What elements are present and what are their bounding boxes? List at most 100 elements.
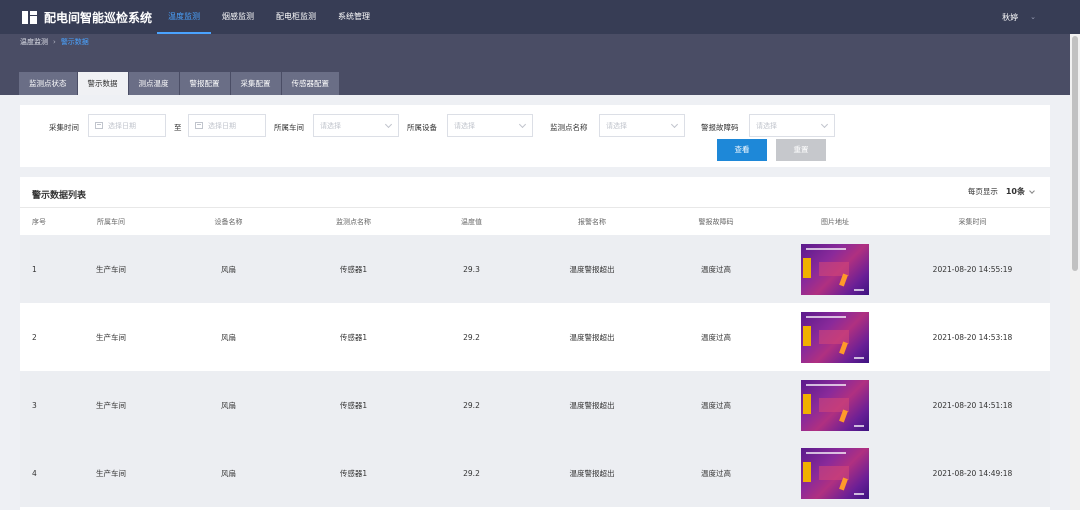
nav-smoke[interactable]: 烟感监测 bbox=[211, 0, 265, 34]
user-name: 秋婷 bbox=[1002, 12, 1019, 22]
app-logo-icon bbox=[22, 10, 37, 24]
breadcrumb-current: 警示数据 bbox=[60, 38, 89, 46]
calendar-icon bbox=[95, 122, 103, 129]
cell-point: 传感器1 bbox=[339, 264, 368, 274]
cell-time: 2021-08-20 14:51:18 bbox=[932, 400, 1013, 410]
cell-workshop: 生产车间 bbox=[96, 400, 126, 410]
end-date-input[interactable]: 选择日期 bbox=[188, 114, 266, 137]
calendar-icon bbox=[195, 122, 203, 129]
cell-device: 风扇 bbox=[221, 468, 236, 478]
page-size-label: 每页显示 bbox=[967, 187, 998, 196]
collect-time-label: 采集时间 bbox=[49, 123, 79, 132]
cell-temp: 29.2 bbox=[463, 332, 480, 342]
scrollbar-thumb[interactable] bbox=[1072, 36, 1078, 271]
col-header-code: 警报故障码 bbox=[698, 217, 734, 226]
page-size-select[interactable]: 每页显示 10条 bbox=[967, 186, 1035, 197]
tab-collect-config[interactable]: 采集配置 bbox=[230, 72, 281, 95]
chevron-down-icon bbox=[820, 120, 829, 129]
user-menu[interactable]: 秋婷 ⌄ bbox=[1002, 0, 1036, 34]
cell-device: 风扇 bbox=[221, 332, 236, 342]
table-row[interactable]: 1 生产车间 风扇 传感器1 29.3 温度警报超出 温度过高 2021-08-… bbox=[20, 235, 1050, 303]
cell-point: 传感器1 bbox=[339, 468, 368, 478]
sub-header: 温度监测 › 警示数据 监测点状态 警示数据 测点温度 警报配置 采集配置 传感… bbox=[0, 34, 1080, 95]
cell-point: 传感器1 bbox=[339, 332, 368, 342]
fault-code-placeholder: 请选择 bbox=[756, 121, 777, 130]
alert-table-panel: 警示数据列表 每页显示 10条 序号 所属车间 设备名称 监测点名称 温度值 报… bbox=[20, 177, 1050, 510]
tab-bar: 监测点状态 警示数据 测点温度 警报配置 采集配置 传感器配置 bbox=[19, 72, 340, 95]
cell-alarm: 温度警报超出 bbox=[569, 468, 615, 478]
cell-alarm: 温度警报超出 bbox=[569, 332, 615, 342]
chevron-down-icon bbox=[384, 120, 393, 129]
col-header-time: 采集时间 bbox=[958, 217, 987, 226]
cell-code: 温度过高 bbox=[701, 468, 731, 478]
cell-time: 2021-08-20 14:55:19 bbox=[932, 264, 1013, 274]
nav-cabinet[interactable]: 配电柜监测 bbox=[265, 0, 327, 34]
chevron-down-icon bbox=[518, 120, 527, 129]
page-size-value: 10条 bbox=[1005, 187, 1025, 196]
workshop-label: 所属车间 bbox=[274, 123, 304, 132]
fault-code-label: 警报故障码 bbox=[701, 123, 739, 132]
start-date-placeholder: 选择日期 bbox=[108, 121, 136, 130]
cell-alarm: 温度警报超出 bbox=[569, 264, 615, 274]
cell-point: 传感器1 bbox=[339, 400, 368, 410]
cell-no: 4 bbox=[32, 468, 37, 478]
tab-monitor-status[interactable]: 监测点状态 bbox=[19, 72, 77, 95]
nav-system[interactable]: 系统管理 bbox=[327, 0, 381, 34]
cell-device: 风扇 bbox=[221, 264, 236, 274]
breadcrumb-root[interactable]: 温度监测 bbox=[20, 37, 48, 47]
cell-workshop: 生产车间 bbox=[96, 332, 126, 342]
cell-temp: 29.3 bbox=[463, 264, 480, 274]
cell-code: 温度过高 bbox=[701, 264, 731, 274]
point-select[interactable]: 请选择 bbox=[599, 114, 685, 137]
app-title: 配电间智能巡检系统 bbox=[44, 10, 153, 25]
cell-alarm: 温度警报超出 bbox=[569, 400, 615, 410]
tab-sensor-config[interactable]: 传感器配置 bbox=[281, 72, 339, 95]
tab-alarm-config[interactable]: 警报配置 bbox=[179, 72, 230, 95]
cell-temp: 29.2 bbox=[463, 468, 480, 478]
cell-time: 2021-08-20 14:49:18 bbox=[932, 468, 1013, 478]
col-header-image: 图片地址 bbox=[821, 217, 849, 226]
tab-alert-data[interactable]: 警示数据 bbox=[77, 72, 128, 95]
main-nav: 温度监测 烟感监测 配电柜监测 系统管理 bbox=[157, 0, 381, 34]
page-scrollbar[interactable] bbox=[1070, 34, 1080, 510]
cell-image bbox=[775, 311, 895, 363]
cell-image bbox=[775, 447, 895, 499]
fault-code-select[interactable]: 请选择 bbox=[749, 114, 835, 137]
table-row[interactable]: 2 生产车间 风扇 传感器1 29.2 温度警报超出 温度过高 2021-08-… bbox=[20, 303, 1050, 371]
tab-point-temperature[interactable]: 测点温度 bbox=[128, 72, 179, 95]
col-header-workshop: 所属车间 bbox=[97, 217, 125, 226]
workshop-select[interactable]: 请选择 bbox=[313, 114, 399, 137]
col-header-no: 序号 bbox=[32, 217, 46, 226]
cell-image bbox=[775, 379, 895, 431]
chevron-down-icon bbox=[1029, 187, 1035, 194]
table-title: 警示数据列表 bbox=[32, 191, 87, 201]
cell-no: 1 bbox=[32, 264, 37, 274]
start-date-input[interactable]: 选择日期 bbox=[88, 114, 166, 137]
app-logo: 配电间智能巡检系统 bbox=[22, 9, 157, 26]
device-select[interactable]: 请选择 bbox=[447, 114, 533, 137]
cell-workshop: 生产车间 bbox=[96, 468, 126, 478]
thermal-image-thumbnail[interactable] bbox=[801, 243, 869, 295]
breadcrumb-separator-icon: › bbox=[53, 38, 56, 46]
end-date-placeholder: 选择日期 bbox=[208, 121, 236, 130]
thermal-image-thumbnail[interactable] bbox=[801, 311, 869, 363]
thermal-image-thumbnail[interactable] bbox=[801, 379, 869, 431]
table-header: 序号 所属车间 设备名称 监测点名称 温度值 报警名称 警报故障码 图片地址 采… bbox=[20, 208, 1050, 235]
nav-temperature[interactable]: 温度监测 bbox=[157, 0, 211, 34]
cell-time: 2021-08-20 14:53:18 bbox=[932, 332, 1013, 342]
table-row[interactable]: 4 生产车间 风扇 传感器1 29.2 温度警报超出 温度过高 2021-08-… bbox=[20, 439, 1050, 507]
col-header-temp: 温度值 bbox=[461, 217, 482, 226]
cell-device: 风扇 bbox=[221, 400, 236, 410]
point-label: 监测点名称 bbox=[550, 123, 588, 132]
table-row[interactable]: 3 生产车间 风扇 传感器1 29.2 温度警报超出 温度过高 2021-08-… bbox=[20, 371, 1050, 439]
chevron-down-icon bbox=[670, 120, 679, 129]
cell-temp: 29.2 bbox=[463, 400, 480, 410]
chevron-down-icon: ⌄ bbox=[1030, 13, 1036, 21]
cell-workshop: 生产车间 bbox=[96, 264, 126, 274]
col-header-point: 监测点名称 bbox=[336, 217, 371, 226]
thermal-image-thumbnail[interactable] bbox=[801, 447, 869, 499]
cell-code: 温度过高 bbox=[701, 400, 731, 410]
cell-image bbox=[775, 243, 895, 295]
query-button[interactable]: 查看 bbox=[717, 139, 767, 161]
reset-button[interactable]: 重置 bbox=[776, 139, 826, 161]
